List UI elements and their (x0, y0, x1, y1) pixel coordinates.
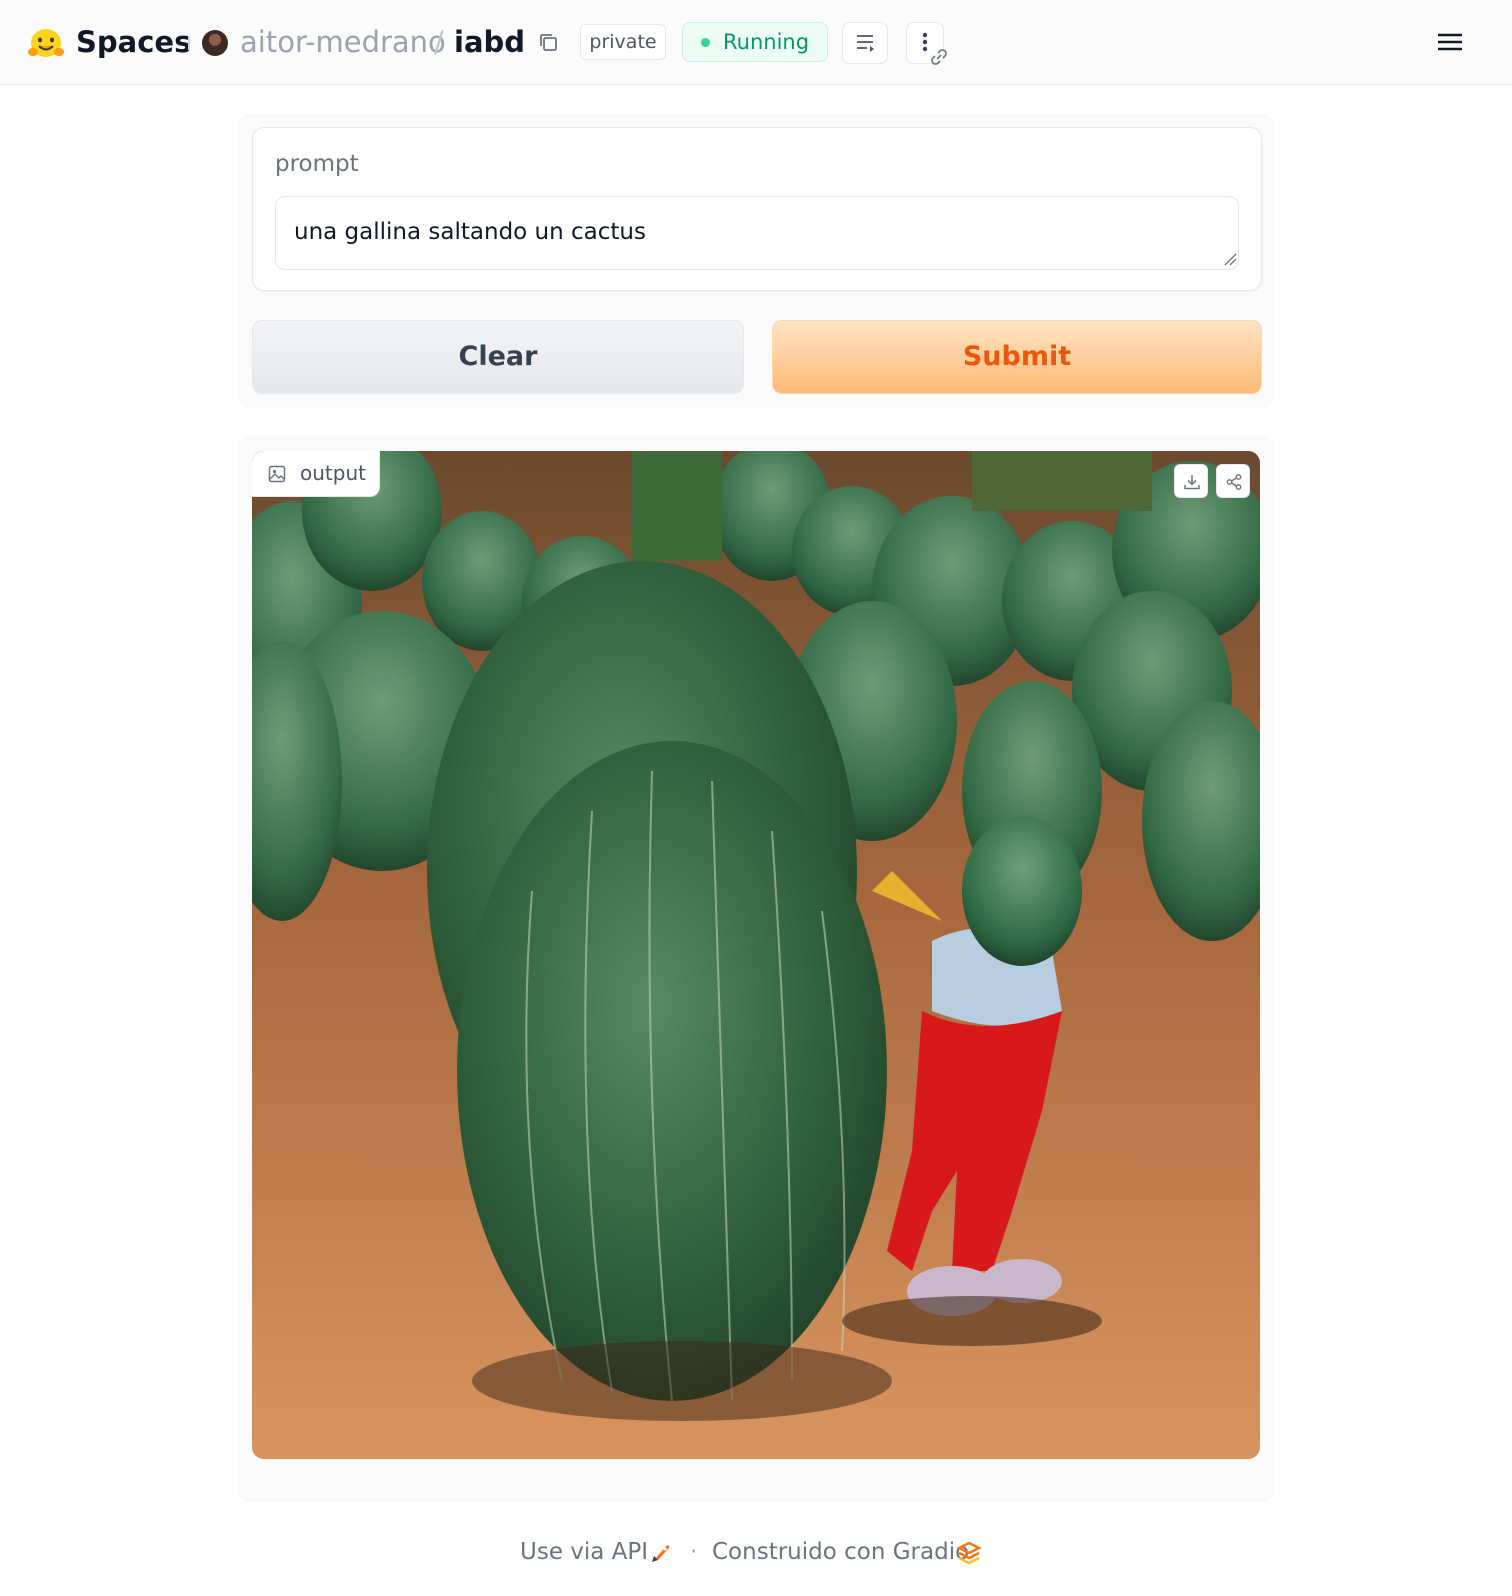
rocket-icon (652, 1545, 670, 1562)
path-separator: / (434, 25, 444, 59)
status-badge[interactable]: Running (682, 22, 828, 62)
top-bar: Spaces aitor-medrano / iabd private Runn… (0, 0, 1512, 85)
output-label-tag: output (252, 451, 380, 497)
submit-button[interactable]: Submit (772, 320, 1262, 394)
share-button[interactable] (1216, 464, 1250, 498)
footer: Use via API · Construido con Gradio (0, 1532, 1512, 1572)
prompt-block: prompt una gallina saltando un cactus (252, 127, 1262, 291)
download-button[interactable] (1174, 464, 1208, 498)
gradio-link[interactable]: Construido con Gradio (712, 1532, 969, 1572)
prompt-label: prompt (275, 151, 359, 177)
footer-separator: · (690, 1539, 698, 1565)
clear-button[interactable]: Clear (252, 320, 744, 394)
copy-icon[interactable] (538, 32, 560, 54)
output-image (252, 451, 1260, 1459)
gradio-logo-icon (956, 1541, 982, 1565)
use-via-api-link[interactable]: Use via API (520, 1532, 648, 1572)
spaces-link[interactable]: Spaces (76, 22, 191, 62)
generated-image-cactus-scene (252, 451, 1260, 1459)
image-icon (268, 465, 286, 483)
status-text: Running (723, 30, 810, 54)
logs-icon (857, 35, 874, 52)
prompt-textarea[interactable]: una gallina saltando un cactus (275, 196, 1239, 270)
repo-name-link[interactable]: iabd (454, 22, 525, 62)
logs-button[interactable] (842, 22, 888, 64)
owner-link[interactable]: aitor-medrano (240, 22, 446, 62)
divider (188, 36, 190, 50)
link-icon[interactable] (928, 46, 950, 68)
resize-handle-icon[interactable] (1223, 252, 1237, 266)
share-icon (1226, 474, 1242, 490)
status-dot-icon (701, 38, 710, 47)
hugging-face-logo-icon[interactable] (28, 26, 64, 60)
visibility-badge: private (580, 24, 666, 60)
output-label-text: output (300, 461, 366, 485)
hamburger-menu-icon[interactable] (1436, 30, 1464, 54)
download-icon (1184, 475, 1200, 490)
owner-avatar[interactable] (202, 30, 228, 56)
